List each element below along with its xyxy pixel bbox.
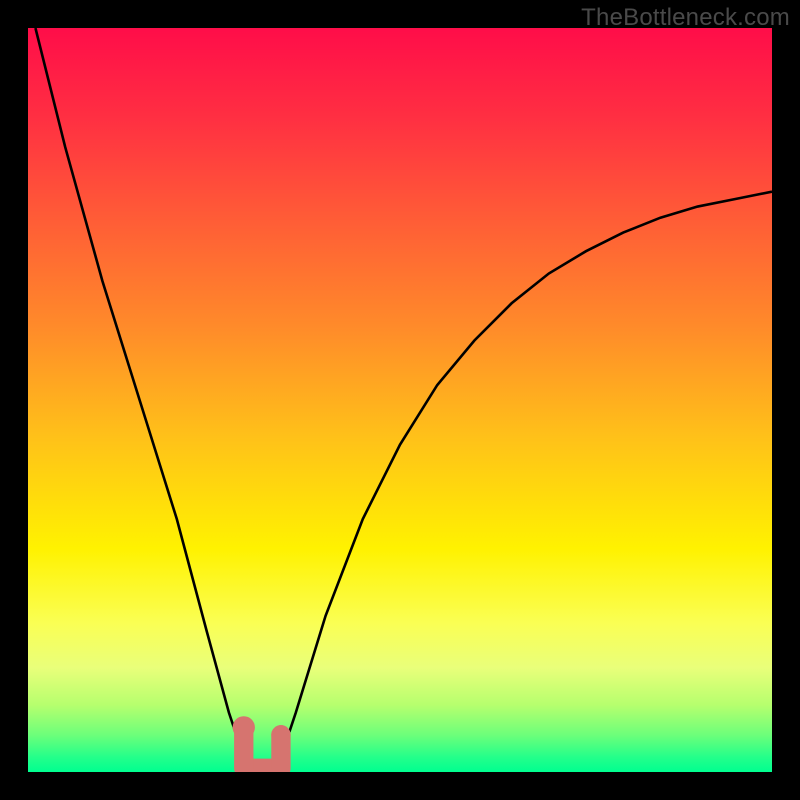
chart-frame: TheBottleneck.com — [0, 0, 800, 800]
bottleneck-plot — [28, 28, 772, 772]
left-marker-dot — [233, 716, 255, 738]
right-marker-dot — [271, 725, 290, 744]
